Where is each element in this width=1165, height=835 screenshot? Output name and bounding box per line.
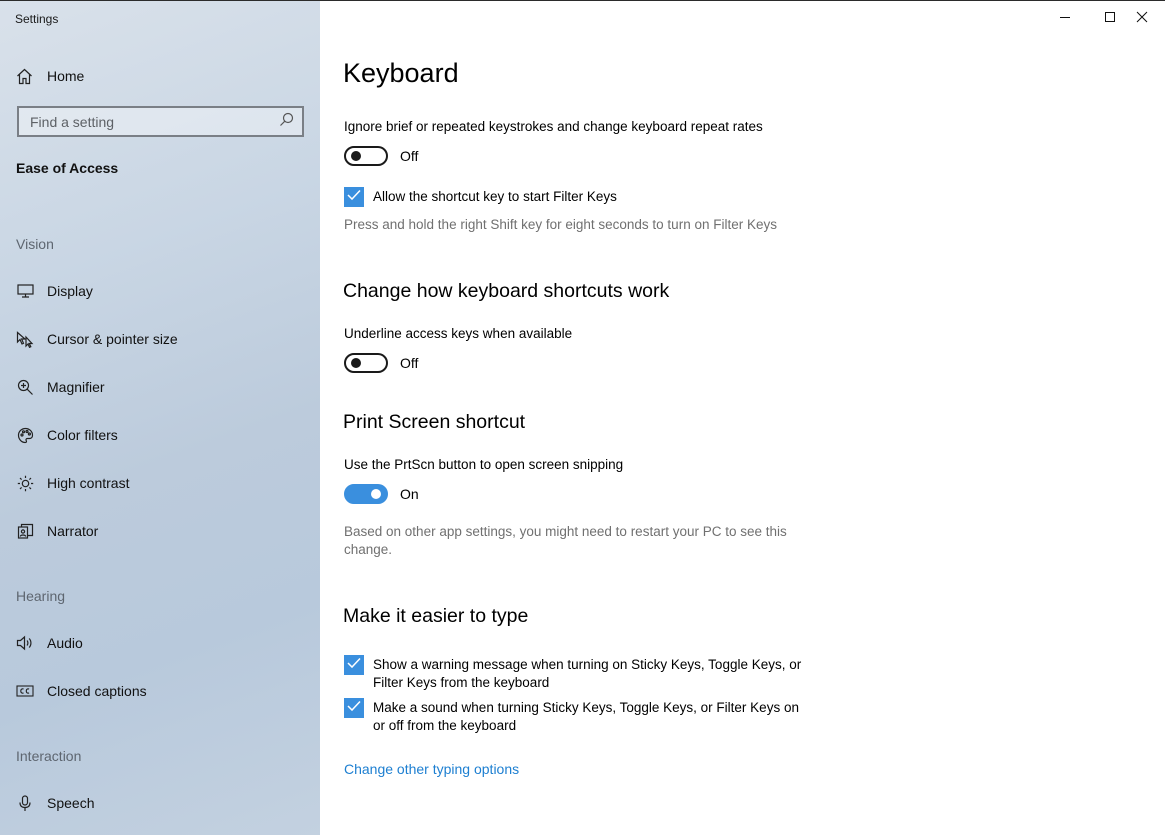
checkbox-label: Make a sound when turning Sticky Keys, T… [373,700,799,733]
cc-icon [16,682,34,700]
shortcuts-heading: Change how keyboard shortcuts work [343,280,670,302]
sidebar-item-color-filters[interactable]: Color filters [16,424,118,446]
warning-message-row: Show a warning message when turning on S… [344,655,814,692]
checkbox-label: Allow the shortcut key to start Filter K… [373,189,617,204]
filter-keys-toggle[interactable] [344,146,388,166]
sidebar-item-cursor-pointer-size[interactable]: Cursor & pointer size [16,328,178,350]
prtscn-toggle-row: On [344,484,419,504]
filter-keys-shortcut-checkbox[interactable] [344,187,364,207]
sidebar-item-display[interactable]: Display [16,280,93,302]
home-icon [16,68,33,85]
sidebar: Settings Home Ease of Access Vision [0,1,320,835]
cursor-icon [16,330,34,348]
main-content: Keyboard Ignore brief or repeated keystr… [320,1,1165,835]
sidebar-item-home[interactable]: Home [16,65,84,87]
palette-icon [16,426,34,444]
sidebar-item-narrator[interactable]: Narrator [16,520,98,542]
filter-keys-shortcut-row: Allow the shortcut key to start Filter K… [344,187,814,207]
narrator-icon [16,522,34,540]
checkmark-icon [347,188,361,206]
speaker-icon [16,634,34,652]
sidebar-item-audio[interactable]: Audio [16,632,83,654]
filter-keys-label: Ignore brief or repeated keystrokes and … [344,119,763,134]
magnifier-icon [16,378,34,396]
sidebar-item-label: Closed captions [47,683,147,699]
sidebar-item-high-contrast[interactable]: High contrast [16,472,129,494]
current-section-title: Ease of Access [16,160,119,176]
sidebar-item-speech[interactable]: Speech [16,792,94,814]
settings-window: Settings Home Ease of Access Vision [0,0,1165,835]
group-header-hearing: Hearing [16,588,66,604]
app-title: Settings [15,12,59,26]
sidebar-item-label: Audio [47,635,83,651]
underline-access-keys-toggle[interactable] [344,353,388,373]
sidebar-item-closed-captions[interactable]: Closed captions [16,680,147,702]
sidebar-item-label: Speech [47,795,95,811]
monitor-icon [16,282,34,300]
checkbox-label: Show a warning message when turning on S… [373,657,802,690]
search-input[interactable] [28,112,279,131]
sound-row: Make a sound when turning Sticky Keys, T… [344,698,814,735]
sidebar-item-label: High contrast [47,475,130,491]
filter-keys-toggle-row: Off [344,146,418,166]
change-other-typing-options-link[interactable]: Change other typing options [344,761,519,777]
prtscn-label: Use the PrtScn button to open screen sni… [344,457,624,472]
toggle-state-text: Off [400,148,419,164]
underline-access-keys-toggle-row: Off [344,353,418,373]
prtscn-toggle[interactable] [344,484,388,504]
sidebar-item-label: Cursor & pointer size [47,331,178,347]
sidebar-item-magnifier[interactable]: Magnifier [16,376,105,398]
sidebar-item-label: Display [47,283,93,299]
checkmark-icon [347,656,361,674]
toggle-state-text: Off [400,355,419,371]
warning-message-checkbox[interactable] [344,655,364,675]
filter-keys-note: Press and hold the right Shift key for e… [344,217,777,232]
checkmark-icon [347,699,361,717]
typing-heading: Make it easier to type [343,605,529,627]
sidebar-item-label: Narrator [47,523,99,539]
search-field[interactable] [17,106,304,137]
search-icon[interactable] [279,112,294,132]
toggle-state-text: On [400,486,419,502]
group-header-vision: Vision [16,236,54,252]
page-title: Keyboard [343,58,459,88]
microphone-icon [16,794,34,812]
sound-checkbox[interactable] [344,698,364,718]
sidebar-item-label: Color filters [47,427,118,443]
group-header-interaction: Interaction [16,748,82,764]
sidebar-item-label: Magnifier [47,379,105,395]
print-screen-heading: Print Screen shortcut [343,411,526,433]
underline-access-keys-label: Underline access keys when available [344,326,573,341]
sun-icon [16,474,34,492]
prtscn-note: Based on other app settings, you might n… [344,524,787,557]
sidebar-item-label: Home [47,68,85,84]
